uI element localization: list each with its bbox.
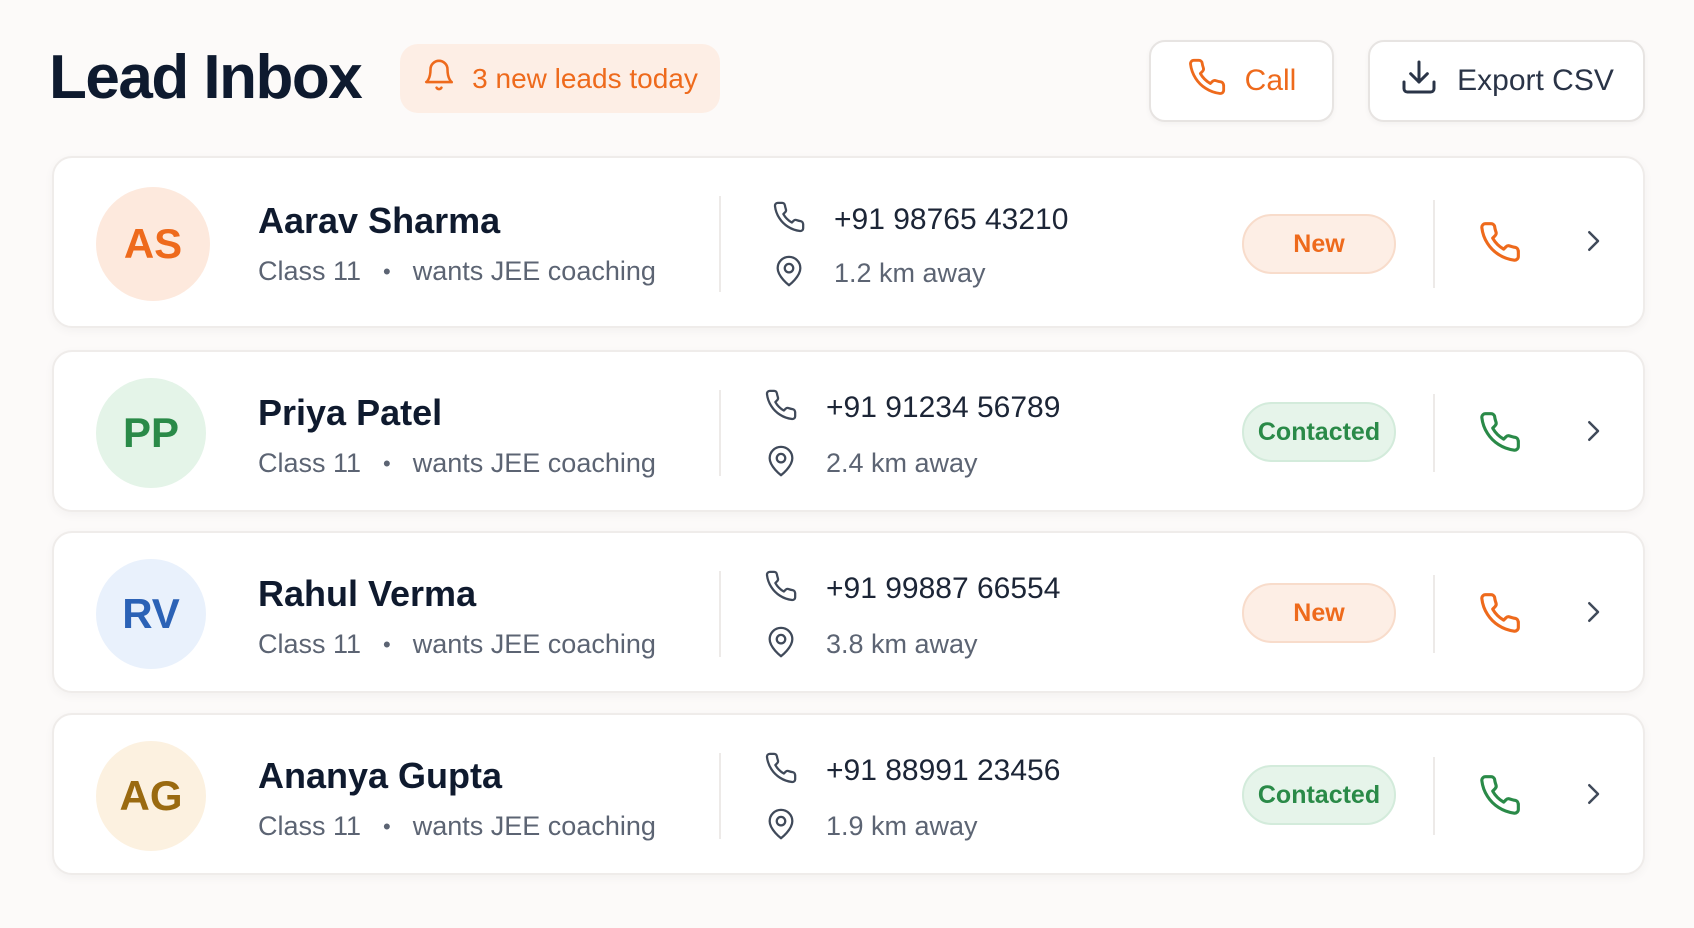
- meta-separator: •: [383, 813, 391, 839]
- chevron-right-icon[interactable]: [1578, 597, 1608, 627]
- map-pin-icon: [764, 444, 826, 483]
- meta-separator: •: [383, 258, 391, 284]
- avatar: PP: [96, 378, 206, 488]
- lead-meta: Class 11 • wants JEE coaching: [258, 448, 656, 479]
- avatar: AG: [96, 741, 206, 851]
- map-pin-icon: [764, 625, 826, 664]
- chevron-right-icon[interactable]: [1578, 779, 1608, 809]
- lead-distance: 2.4 km away: [826, 448, 978, 478]
- lead-interest: wants JEE coaching: [412, 256, 656, 286]
- status-label: New: [1293, 598, 1345, 627]
- call-button[interactable]: Call: [1149, 40, 1334, 122]
- distance-row: 3.8 km away: [764, 625, 978, 664]
- lead-phone: +91 88991 23456: [826, 753, 1061, 787]
- status-badge: New: [1242, 583, 1396, 643]
- avatar-initials: AG: [119, 772, 183, 819]
- phone-icon: [764, 388, 826, 427]
- phone-row: +91 88991 23456: [764, 751, 1060, 790]
- status-badge: New: [1242, 214, 1396, 274]
- lead-name: Aarav Sharma: [258, 200, 501, 241]
- lead-card[interactable]: AS Aarav Sharma Class 11 • wants JEE coa…: [52, 156, 1645, 328]
- lead-inbox-page: Lead Inbox 3 new leads today Call Export…: [0, 0, 1694, 928]
- call-lead-icon[interactable]: [1478, 591, 1522, 635]
- divider: [1433, 575, 1435, 653]
- divider: [719, 390, 721, 476]
- lead-distance: 3.8 km away: [826, 629, 978, 659]
- divider: [1433, 757, 1435, 835]
- lead-meta: Class 11 • wants JEE coaching: [258, 629, 656, 660]
- distance-row: 1.9 km away: [764, 807, 978, 846]
- avatar-initials: RV: [122, 590, 180, 637]
- map-pin-icon: [772, 254, 834, 293]
- lead-meta: Class 11 • wants JEE coaching: [258, 811, 656, 842]
- status-label: Contacted: [1257, 417, 1381, 446]
- map-pin-icon: [764, 807, 826, 846]
- new-leads-text: 3 new leads today: [472, 62, 698, 94]
- divider: [719, 753, 721, 839]
- lead-meta: Class 11 • wants JEE coaching: [258, 256, 656, 287]
- phone-icon: [764, 569, 826, 608]
- status-label: Contacted: [1257, 780, 1381, 809]
- lead-distance: 1.2 km away: [834, 258, 986, 288]
- lead-card[interactable]: PP Priya Patel Class 11 • wants JEE coac…: [52, 350, 1645, 512]
- distance-row: 2.4 km away: [764, 444, 978, 483]
- divider: [1433, 200, 1435, 288]
- lead-interest: wants JEE coaching: [412, 629, 656, 659]
- lead-class: Class 11: [258, 629, 362, 659]
- lead-phone: +91 99887 66554: [826, 571, 1061, 605]
- phone-icon: [1187, 57, 1227, 105]
- lead-phone: +91 91234 56789: [826, 390, 1061, 424]
- export-button-label: Export CSV: [1457, 64, 1614, 97]
- page-title: Lead Inbox: [49, 43, 363, 112]
- meta-separator: •: [383, 631, 391, 657]
- phone-icon: [764, 751, 826, 790]
- lead-class: Class 11: [258, 256, 362, 286]
- lead-class: Class 11: [258, 448, 362, 478]
- phone-icon: [772, 200, 834, 239]
- lead-interest: wants JEE coaching: [412, 448, 656, 478]
- call-button-label: Call: [1244, 64, 1297, 97]
- new-leads-badge: 3 new leads today: [400, 44, 720, 113]
- lead-name: Ananya Gupta: [258, 755, 503, 796]
- meta-separator: •: [383, 450, 391, 476]
- distance-row: 1.2 km away: [772, 254, 986, 293]
- lead-class: Class 11: [258, 811, 362, 841]
- status-label: New: [1293, 229, 1345, 258]
- avatar: AS: [96, 187, 210, 301]
- status-badge: Contacted: [1242, 765, 1396, 825]
- avatar-initials: PP: [122, 409, 180, 456]
- status-badge: Contacted: [1242, 402, 1396, 462]
- lead-card[interactable]: RV Rahul Verma Class 11 • wants JEE coac…: [52, 531, 1645, 693]
- phone-row: +91 91234 56789: [764, 388, 1060, 427]
- call-lead-icon[interactable]: [1478, 773, 1522, 817]
- chevron-right-icon[interactable]: [1578, 416, 1608, 446]
- divider: [719, 196, 721, 292]
- phone-row: +91 99887 66554: [764, 569, 1060, 608]
- bell-icon: [422, 58, 456, 99]
- avatar-initials: AS: [123, 220, 183, 267]
- divider: [1433, 394, 1435, 472]
- phone-row: +91 98765 43210: [772, 200, 1068, 239]
- lead-card[interactable]: AG Ananya Gupta Class 11 • wants JEE coa…: [52, 713, 1645, 875]
- chevron-right-icon[interactable]: [1578, 226, 1608, 256]
- lead-distance: 1.9 km away: [826, 811, 978, 841]
- lead-name: Priya Patel: [258, 392, 443, 433]
- avatar: RV: [96, 559, 206, 669]
- lead-name: Rahul Verma: [258, 573, 477, 614]
- divider: [719, 571, 721, 657]
- call-lead-icon[interactable]: [1478, 410, 1522, 454]
- download-icon: [1399, 57, 1439, 105]
- lead-phone: +91 98765 43210: [834, 202, 1069, 236]
- call-lead-icon[interactable]: [1478, 220, 1522, 264]
- export-csv-button[interactable]: Export CSV: [1368, 40, 1645, 122]
- lead-interest: wants JEE coaching: [412, 811, 656, 841]
